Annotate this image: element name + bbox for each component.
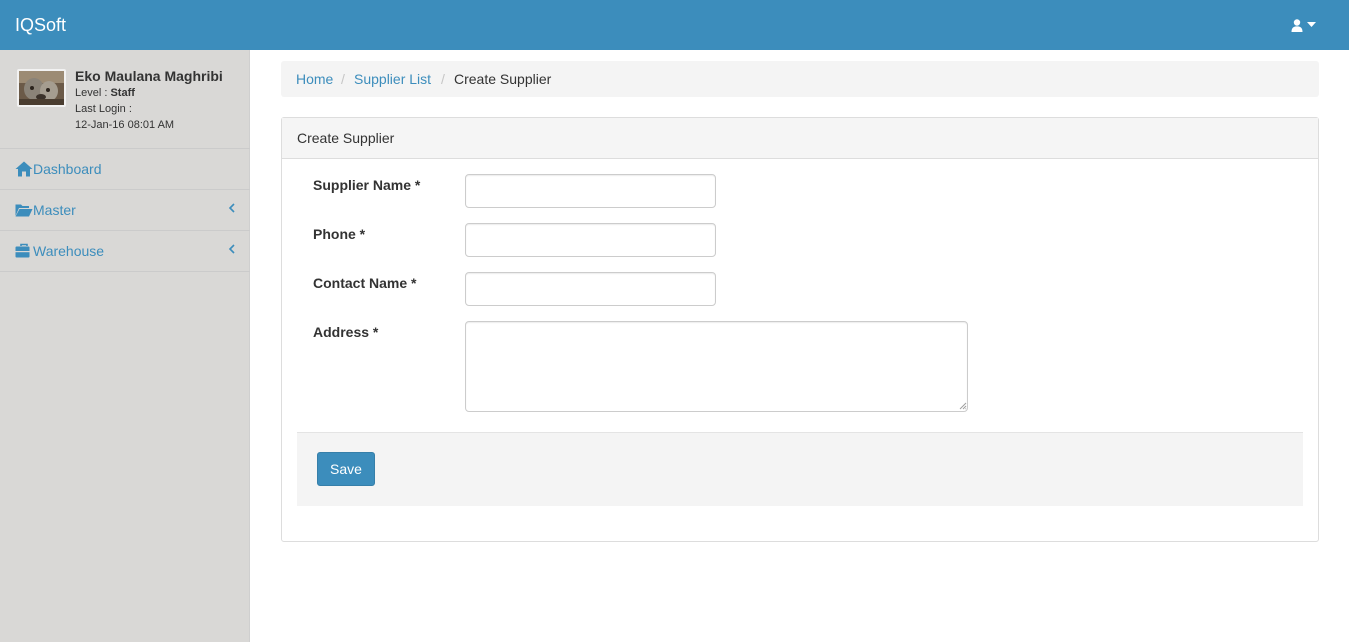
breadcrumb-current: Create Supplier [454,71,552,87]
caret-down-icon [1307,22,1316,27]
breadcrumb-home[interactable]: Home [296,70,333,88]
sidebar-item-master[interactable]: Master [0,190,250,231]
brand-logo[interactable]: IQSoft [15,13,66,37]
chevron-left-icon [228,244,235,254]
form-footer: Save [297,432,1303,506]
user-level-label: Level : [75,87,111,99]
contact-name-input[interactable] [465,272,716,306]
user-icon [1291,18,1303,32]
user-name: Eko Maulana Maghribi [75,68,223,84]
breadcrumb-separator: / [341,71,345,87]
phone-label: Phone * [313,226,366,242]
user-level: Level : Staff [75,87,135,100]
panel-heading: Create Supplier [282,118,1318,159]
address-textarea[interactable] [465,321,968,412]
supplier-name-label: Supplier Name * [313,177,421,193]
address-label: Address * [313,324,379,340]
sidebar-item-label: Dashboard [33,161,102,177]
sidebar-item-label: Master [33,202,76,218]
contact-name-label: Contact Name * [313,275,417,291]
resize-grip-icon[interactable] [959,402,967,410]
breadcrumb-separator: / [441,71,445,87]
folder-open-icon [15,204,33,217]
top-navbar: IQSoft [0,0,1349,50]
breadcrumb-supplier-list[interactable]: Supplier List [354,70,431,88]
avatar [17,69,66,107]
last-login-value: 12-Jan-16 08:01 AM [75,119,175,131]
sidebar-item-label: Warehouse [33,243,105,259]
save-button[interactable]: Save [317,452,375,486]
sidebar-item-dashboard[interactable]: Dashboard [0,149,250,190]
phone-input[interactable] [465,223,716,257]
user-menu-toggle[interactable] [1291,16,1325,34]
home-icon [15,161,33,177]
chevron-left-icon [228,203,235,213]
user-level-value: Staff [110,87,135,99]
sidebar-item-warehouse[interactable]: Warehouse [0,231,250,272]
panel-title: Create Supplier [297,130,395,146]
create-supplier-panel: Create Supplier Supplier Name * Phone * … [281,117,1319,542]
sidebar: Eko Maulana Maghribi Level : Staff Last … [0,50,250,642]
last-login-label: Last Login : [75,103,132,115]
briefcase-icon [15,243,30,258]
user-panel: Eko Maulana Maghribi Level : Staff Last … [0,50,250,149]
supplier-name-input[interactable] [465,174,716,208]
breadcrumb: Home / Supplier List / Create Supplier [281,61,1319,97]
